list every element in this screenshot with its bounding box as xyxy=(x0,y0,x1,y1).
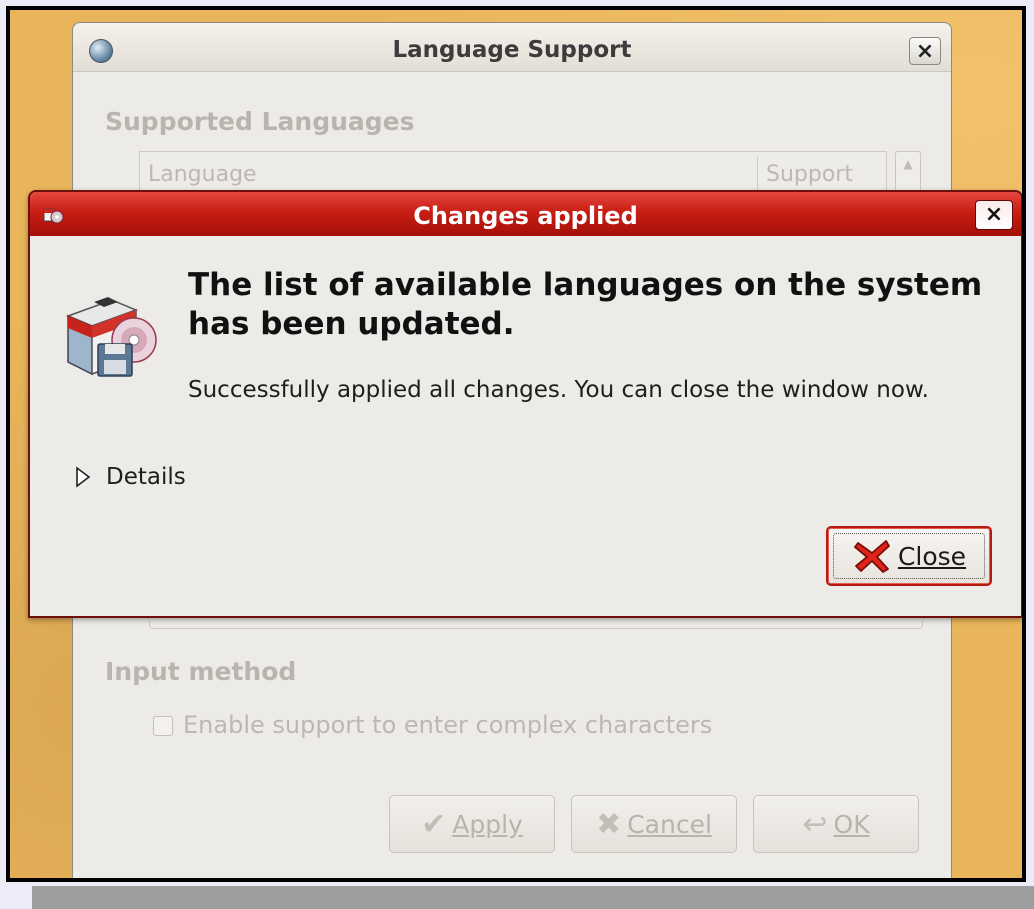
screen-shadow xyxy=(32,886,1034,909)
dialog-message: Successfully applied all changes. You ca… xyxy=(188,377,929,403)
cancel-button[interactable]: ✖ Cancel xyxy=(571,795,737,853)
software-package-icon xyxy=(65,297,157,377)
red-x-icon xyxy=(854,540,890,573)
dialog-heading: The list of available languages on the s… xyxy=(188,267,983,342)
cancel-button-label: Cancel xyxy=(627,809,712,839)
dialog-title: Changes applied xyxy=(413,202,638,230)
window-title: Language Support xyxy=(392,37,632,63)
languages-list-bottom xyxy=(149,621,923,629)
changes-applied-dialog: Changes applied × The list of available … xyxy=(28,190,1022,618)
ok-arrow-icon: ↩ xyxy=(802,806,828,842)
column-header-language[interactable]: Language xyxy=(148,162,257,187)
apply-button-label: Apply xyxy=(452,809,523,839)
close-button[interactable]: Close xyxy=(826,526,992,586)
details-expander[interactable]: Details xyxy=(74,464,186,490)
column-header-support[interactable]: Support xyxy=(766,162,853,187)
column-separator xyxy=(757,156,758,190)
apply-button[interactable]: ✔ Apply xyxy=(389,795,555,853)
language-support-titlebar: Language Support × xyxy=(73,23,951,72)
ok-button[interactable]: ↩ OK xyxy=(753,795,919,853)
dialog-close-icon[interactable]: × xyxy=(975,200,1013,230)
scroll-up-arrow-icon[interactable]: ▲ xyxy=(895,151,921,193)
complex-characters-label: Enable support to enter complex characte… xyxy=(183,711,713,739)
input-method-heading: Input method xyxy=(105,657,297,686)
details-label: Details xyxy=(106,464,186,490)
supported-languages-heading: Supported Languages xyxy=(105,107,415,136)
desktop-frame: Language Support × Supported Languages L… xyxy=(6,6,1026,882)
complex-characters-checkbox[interactable] xyxy=(153,716,173,736)
checkmark-icon: ✔ xyxy=(421,806,447,842)
ok-button-label: OK xyxy=(833,809,870,839)
cancel-icon: ✖ xyxy=(596,806,622,842)
languages-list-header: Language Support xyxy=(139,151,887,193)
window-close-button[interactable]: × xyxy=(909,37,941,65)
close-button-label: Close xyxy=(897,541,967,571)
expander-arrow-icon xyxy=(76,466,91,488)
dialog-titlebar[interactable]: Changes applied × xyxy=(30,192,1021,236)
